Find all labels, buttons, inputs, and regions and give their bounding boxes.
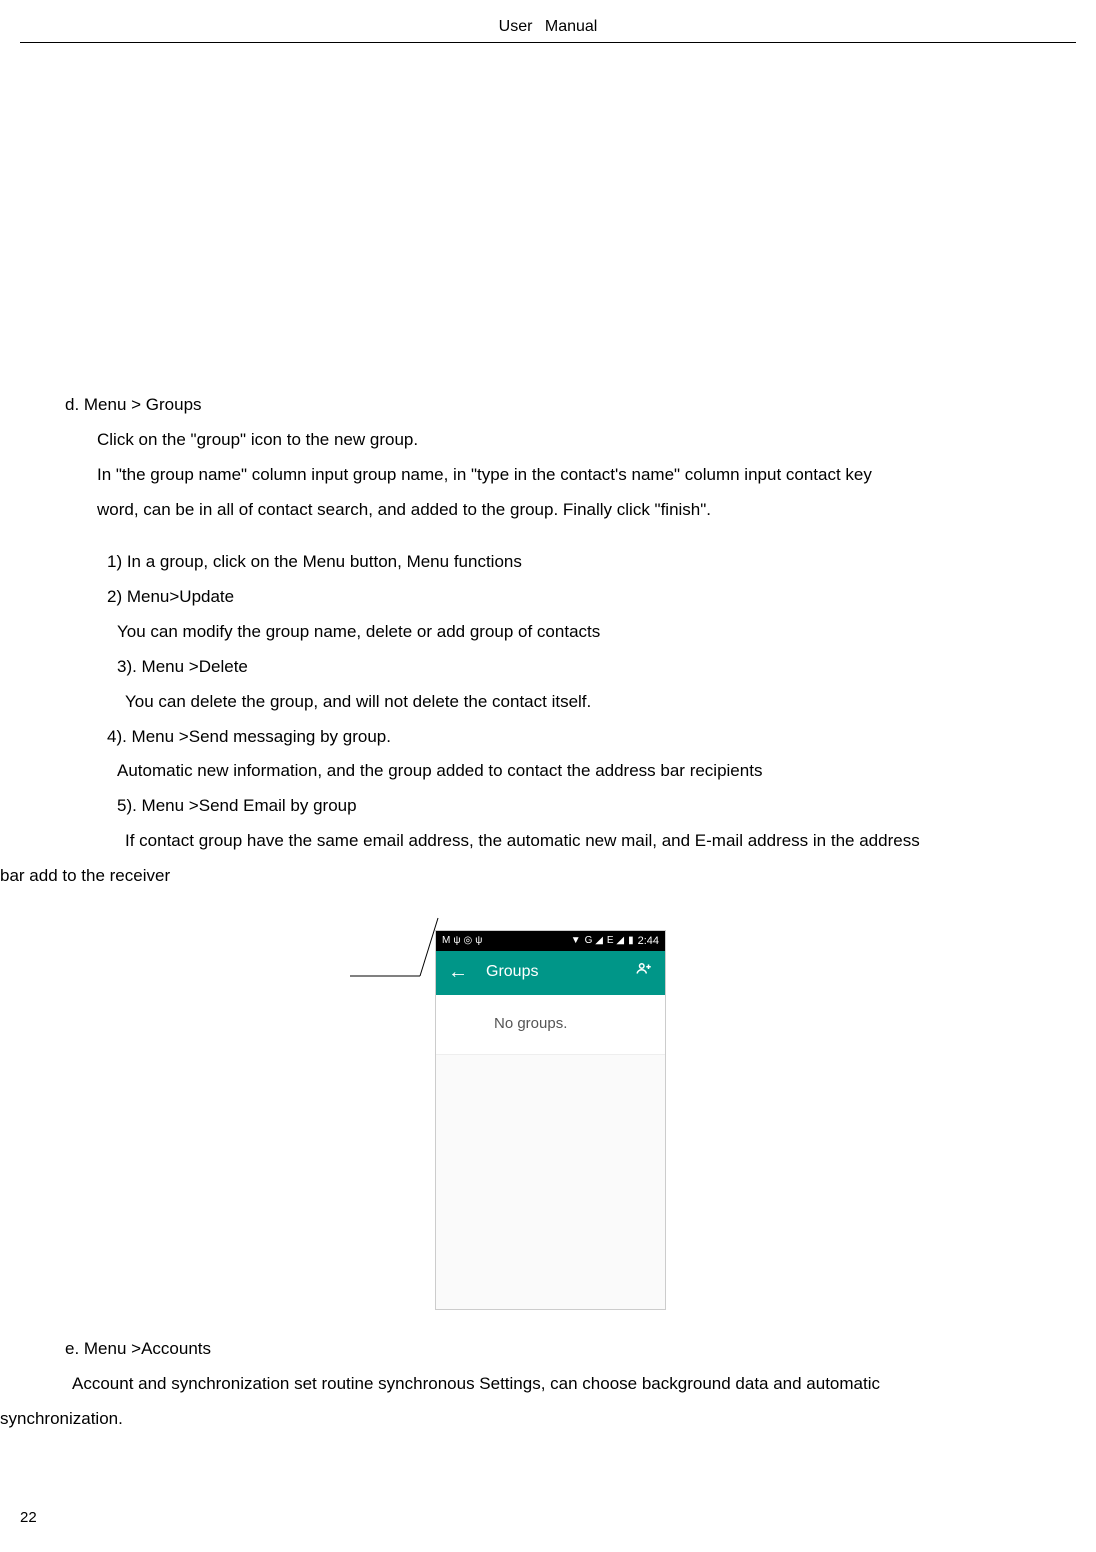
page-number: 22 (20, 1509, 37, 1526)
statusbar-left: M ψ ◎ ψ (442, 931, 482, 952)
signal-icon-2: E ◢ (607, 931, 624, 952)
signal-icon-1: G ◢ (585, 931, 603, 952)
list-item-1: 1) In a group, click on the Menu button,… (65, 545, 1076, 580)
phone-screenshot: M ψ ◎ ψ ▼ G ◢ E ◢ ▮ 2:44 ← Groups (435, 930, 666, 1310)
section-e-line2: synchronization. (0, 1402, 1076, 1437)
list-item-5-desc: If contact group have the same email add… (65, 824, 1076, 859)
wifi-icon: ▼ (571, 931, 581, 952)
section-e: e. Menu >Accounts Account and synchroniz… (65, 1322, 1076, 1437)
header-title: User Manual (499, 18, 598, 35)
list-item-5-desc2: bar add to the receiver (0, 859, 1076, 894)
section-d-heading: d. Menu > Groups (65, 388, 1076, 423)
phone-body: No groups. (436, 995, 665, 1309)
page-header: User Manual (20, 0, 1076, 43)
status-time: 2:44 (638, 930, 659, 952)
list-item-4-desc: Automatic new information, and the group… (65, 754, 1076, 789)
line-input-1: In "the group name" column input group n… (65, 458, 1076, 493)
appbar-title: Groups (486, 956, 635, 989)
no-groups-text: No groups. (436, 995, 665, 1055)
page-content: d. Menu > Groups Click on the "group" ic… (20, 43, 1076, 1436)
line-input-2: word, can be in all of contact search, a… (65, 493, 1076, 528)
list-item-2-desc: You can modify the group name, delete or… (65, 615, 1076, 650)
list-item-4: 4). Menu >Send messaging by group. (65, 720, 1076, 755)
list-item-5: 5). Menu >Send Email by group (65, 789, 1076, 824)
status-icon-3: ◎ (463, 931, 472, 952)
section-e-heading: e. Menu >Accounts (65, 1332, 1076, 1367)
add-group-icon[interactable] (635, 954, 653, 991)
usb-icon: ψ (453, 931, 460, 952)
callout-line (350, 916, 440, 994)
list-item-2: 2) Menu>Update (65, 580, 1076, 615)
section-e-line1: Account and synchronization set routine … (40, 1367, 1076, 1402)
status-bar: M ψ ◎ ψ ▼ G ◢ E ◢ ▮ 2:44 (436, 931, 665, 951)
screenshot-container: M ψ ◎ ψ ▼ G ◢ E ◢ ▮ 2:44 ← Groups (65, 912, 1076, 1312)
statusbar-right: ▼ G ◢ E ◢ ▮ 2:44 (571, 930, 659, 952)
list-item-3: 3). Menu >Delete (65, 650, 1076, 685)
line-click-group: Click on the "group" icon to the new gro… (65, 423, 1076, 458)
app-bar: ← Groups (436, 951, 665, 995)
status-icon-1: M (442, 931, 450, 952)
usb-icon-2: ψ (475, 931, 482, 952)
list-item-3-desc: You can delete the group, and will not d… (65, 685, 1076, 720)
battery-icon: ▮ (628, 931, 634, 952)
back-icon[interactable]: ← (448, 952, 468, 993)
section-d: d. Menu > Groups Click on the "group" ic… (65, 388, 1076, 894)
